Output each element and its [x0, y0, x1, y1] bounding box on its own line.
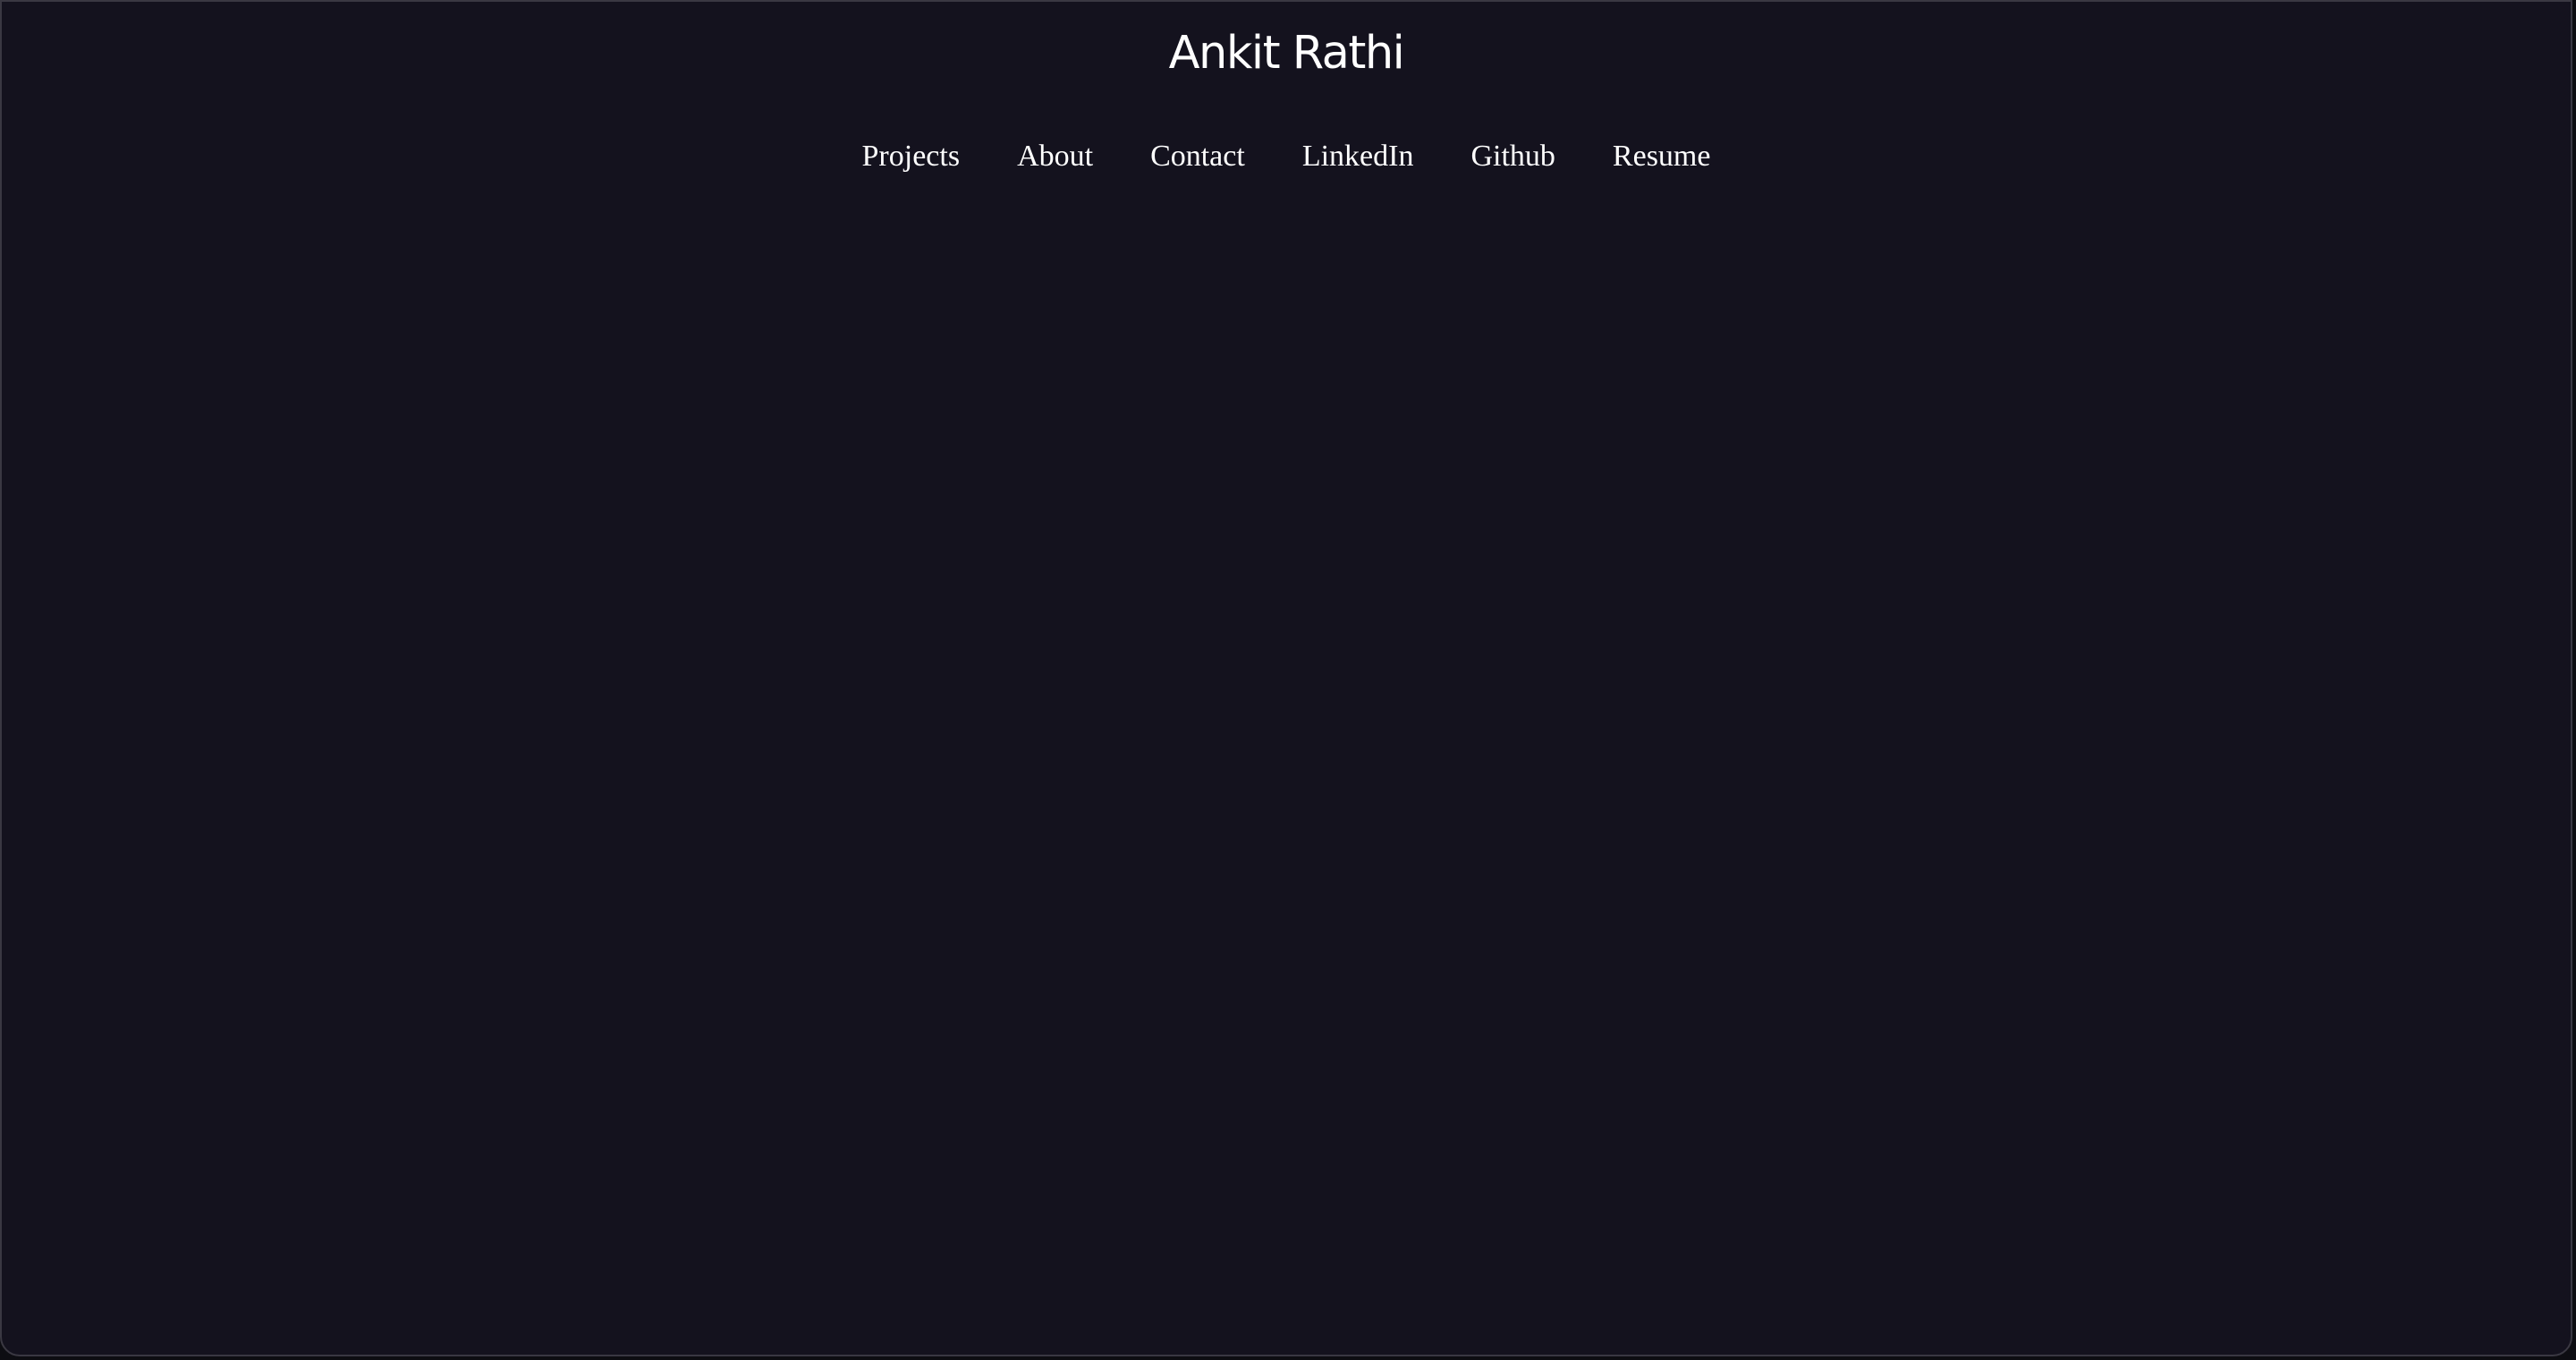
- nav-link-github[interactable]: Github: [1470, 140, 1555, 173]
- nav-item-resume: Resume: [1613, 132, 1711, 182]
- nav-item-projects: Projects: [862, 132, 961, 182]
- nav-link-projects[interactable]: Projects: [862, 140, 961, 173]
- nav-item-about: About: [1017, 132, 1093, 182]
- page-window: Ankit Rathi Projects About Contact Linke…: [0, 0, 2572, 1356]
- nav-link-contact[interactable]: Contact: [1150, 140, 1245, 173]
- nav-link-about[interactable]: About: [1017, 140, 1093, 173]
- nav-item-contact: Contact: [1150, 132, 1245, 182]
- nav-item-github: Github: [1470, 132, 1555, 182]
- nav-item-linkedin: LinkedIn: [1302, 132, 1414, 182]
- site-title: Ankit Rathi: [1168, 27, 1405, 80]
- nav-link-resume[interactable]: Resume: [1613, 140, 1711, 173]
- nav-link-linkedin[interactable]: LinkedIn: [1302, 140, 1414, 173]
- nav-list: Projects About Contact LinkedIn Github R…: [2, 132, 2571, 182]
